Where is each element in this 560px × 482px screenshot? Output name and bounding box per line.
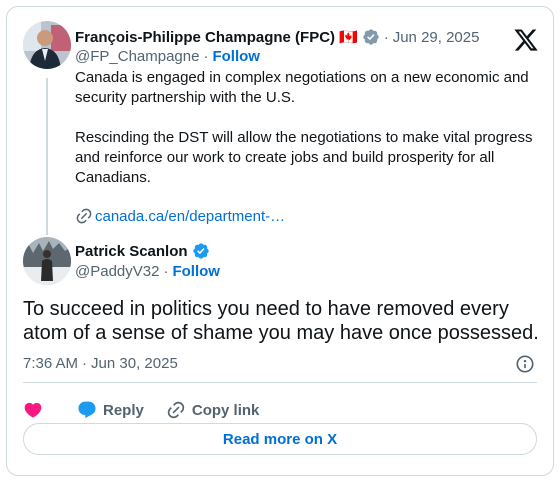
like-button[interactable]: [23, 400, 43, 420]
tweet-actions-bar: Reply Copy link: [23, 393, 259, 427]
main-tweet-text: To succeed in politics you need to have …: [23, 298, 539, 344]
copy-link-button[interactable]: Copy link: [166, 400, 260, 420]
quoted-tweet-text: Canada is engaged in complex negotiation…: [75, 68, 545, 188]
link-text: canada.ca/en/department-…: [95, 207, 286, 225]
fpc-avatar[interactable]: [23, 21, 71, 69]
main-author-name[interactable]: Patrick Scanlon: [75, 243, 188, 260]
quoted-tweet-date[interactable]: Jun 29, 2025: [393, 29, 480, 46]
read-more-on-x-button[interactable]: Read more on X: [23, 423, 537, 455]
quoted-tweet-header: François-Philippe Champagne (FPC) 🇨🇦 · J…: [75, 27, 479, 47]
quoted-handle-row: @FP_Champagne · Follow: [75, 48, 260, 65]
reply-bubble-icon: [77, 400, 97, 420]
actions-divider: [23, 382, 537, 383]
verified-badge-icon: [362, 28, 380, 46]
separator-dot: ·: [383, 28, 389, 46]
heart-icon: [23, 400, 43, 420]
info-icon[interactable]: [515, 354, 535, 374]
thread-connector-line: [46, 78, 48, 235]
tweet-time: 7:36 AM: [23, 355, 79, 372]
separator-dot: ·: [203, 48, 209, 65]
tweet-date: Jun 30, 2025: [91, 355, 178, 372]
reply-button[interactable]: Reply: [77, 400, 144, 420]
copy-link-label: Copy link: [191, 401, 260, 419]
patrick-avatar[interactable]: [23, 237, 71, 285]
verified-badge-icon: [192, 242, 210, 260]
tweet-embed-card: François-Philippe Champagne (FPC) 🇨🇦 · J…: [6, 6, 554, 476]
x-logo-icon[interactable]: [513, 27, 539, 53]
quoted-tweet-link[interactable]: canada.ca/en/department-…: [75, 207, 285, 225]
canada-flag-icon: 🇨🇦: [339, 29, 358, 46]
main-tweet-header: Patrick Scanlon: [75, 242, 210, 260]
separator-dot: ·: [163, 263, 169, 280]
reply-label: Reply: [103, 401, 144, 419]
main-author-handle[interactable]: @PaddyV32: [75, 263, 159, 280]
link-icon: [75, 207, 93, 225]
quoted-author-name[interactable]: François-Philippe Champagne (FPC): [75, 29, 335, 46]
separator-dot: ·: [82, 355, 88, 372]
main-handle-row: @PaddyV32 · Follow: [75, 263, 220, 280]
main-tweet-timestamp[interactable]: 7:36 AM · Jun 30, 2025: [23, 355, 178, 372]
chain-link-icon: [166, 400, 186, 420]
quoted-paragraph: Rescinding the DST will allow the negoti…: [75, 129, 533, 186]
follow-fpc-button[interactable]: Follow: [212, 48, 260, 65]
follow-patrick-button[interactable]: Follow: [172, 263, 220, 280]
quoted-paragraph: Canada is engaged in complex negotiation…: [75, 69, 529, 106]
quoted-author-handle[interactable]: @FP_Champagne: [75, 48, 199, 65]
